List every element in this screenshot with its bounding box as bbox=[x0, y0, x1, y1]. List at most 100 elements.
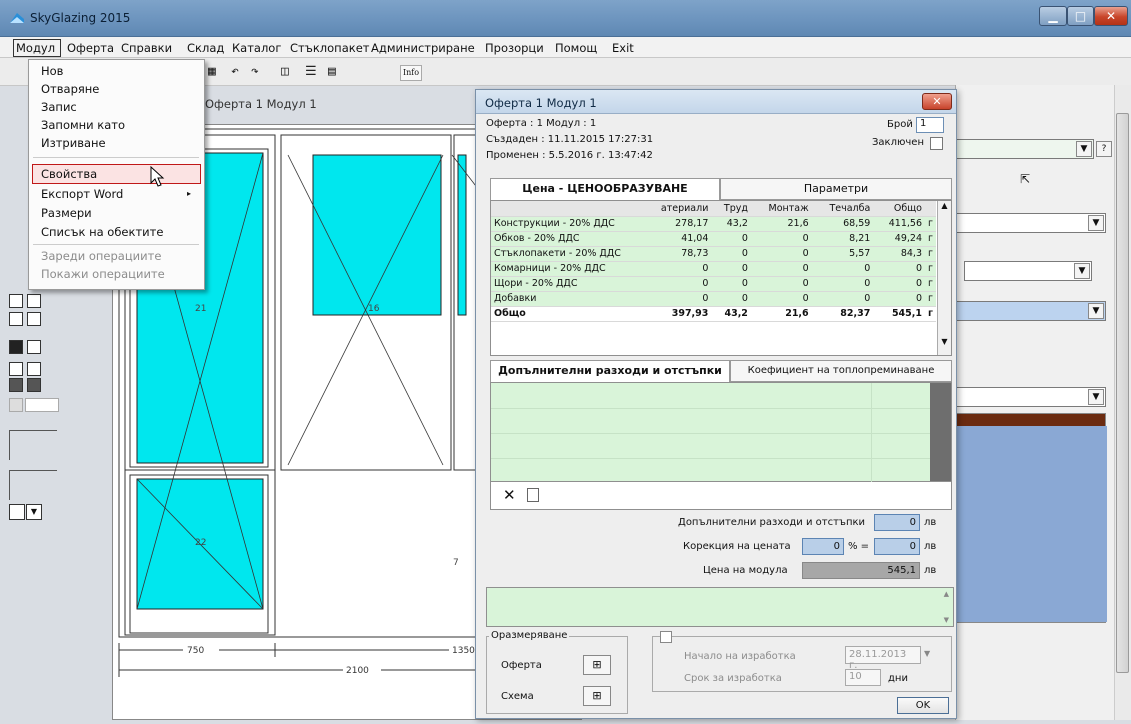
scheme-dimension-button[interactable]: ⊞ bbox=[583, 686, 611, 706]
property-combo[interactable] bbox=[956, 301, 1106, 321]
offer-dimension-button[interactable]: ⊞ bbox=[583, 655, 611, 675]
correction-value-field[interactable]: 0 bbox=[874, 538, 920, 555]
modified-line: Променен : 5.5.2016 г. 13:47:42 bbox=[486, 150, 653, 161]
count-label: Брой bbox=[887, 119, 913, 130]
table-row[interactable]: Обков - 20% ДДС 41,04 0 0 8,21 49,24 г bbox=[491, 231, 936, 247]
maximize-button[interactable]: □ bbox=[1067, 6, 1094, 26]
tool-frame-icon[interactable] bbox=[9, 340, 23, 354]
menu-item-open[interactable]: Отваряне bbox=[41, 82, 99, 96]
tool-split-icon[interactable] bbox=[9, 312, 23, 326]
grid-icon[interactable]: ▦ bbox=[208, 64, 216, 79]
close-button[interactable]: ✕ bbox=[1094, 6, 1128, 26]
tab-parameters[interactable]: Параметри bbox=[720, 178, 952, 200]
menu-glass-unit[interactable]: Стъклопакет bbox=[290, 41, 369, 55]
chevron-down-icon[interactable]: ▼ bbox=[1076, 141, 1092, 157]
tool-mullion-icon[interactable] bbox=[27, 340, 41, 354]
cell: 278,17 bbox=[641, 216, 712, 232]
production-checkbox[interactable] bbox=[660, 631, 672, 643]
table-row[interactable]: Комарници - 20% ДДС 0 0 0 0 0 г bbox=[491, 261, 936, 277]
help-icon[interactable]: ? bbox=[1096, 141, 1112, 157]
tool-double-icon[interactable] bbox=[9, 378, 23, 392]
chevron-down-icon[interactable]: ▼ bbox=[924, 649, 930, 658]
cell: 82,37 bbox=[811, 305, 874, 322]
module-price-field: 545,1 bbox=[802, 562, 920, 579]
tool-opening-icon[interactable] bbox=[9, 430, 57, 460]
menu-item-delete[interactable]: Изтриване bbox=[41, 136, 106, 150]
columns-icon[interactable]: ◫ bbox=[281, 64, 289, 79]
tool-sash-icon[interactable] bbox=[9, 362, 23, 376]
table-row[interactable]: Конструкции - 20% ДДС 278,17 43,2 21,6 6… bbox=[491, 216, 936, 232]
count-input[interactable]: 1 bbox=[916, 117, 944, 133]
cell: 0 bbox=[711, 246, 751, 262]
table-scrollbar[interactable]: ▲ ▼ bbox=[937, 201, 951, 355]
menu-item-dimensions[interactable]: Размери bbox=[41, 206, 92, 220]
production-term-field[interactable]: 10 bbox=[845, 669, 881, 686]
notes-textarea[interactable]: ▲ ▼ bbox=[486, 587, 954, 627]
menu-administration[interactable]: Администриране bbox=[371, 41, 475, 55]
cell-suffix: г bbox=[925, 261, 936, 277]
production-start-label: Начало на изработка bbox=[684, 651, 796, 662]
menu-warehouse[interactable]: Склад bbox=[187, 41, 224, 55]
correction-percent-field[interactable]: 0 bbox=[802, 538, 844, 555]
delete-icon[interactable]: ✕ bbox=[503, 486, 516, 504]
cell: 0 bbox=[873, 276, 925, 292]
scrollbar-thumb[interactable] bbox=[1116, 113, 1129, 673]
menu-item-new[interactable]: Нов bbox=[41, 64, 63, 78]
tool-split-icon[interactable] bbox=[27, 294, 41, 308]
table-total-row[interactable]: Общо 397,93 43,2 21,6 82,37 545,1 г bbox=[491, 305, 936, 322]
tool-input[interactable] bbox=[25, 398, 59, 412]
ok-button[interactable]: OK bbox=[897, 697, 949, 714]
table-row[interactable]: Добавки 0 0 0 0 0 г bbox=[491, 291, 936, 307]
table-row[interactable]: Щори - 20% ДДС 0 0 0 0 0 г bbox=[491, 276, 936, 292]
table-row[interactable]: Стъклопакети - 20% ДДС 78,73 0 0 5,57 84… bbox=[491, 246, 936, 262]
tool-split-icon[interactable] bbox=[9, 294, 23, 308]
menu-exit[interactable]: Exit bbox=[612, 41, 634, 55]
menu-item-save-as[interactable]: Запомни като bbox=[41, 118, 125, 132]
chevron-down-icon[interactable]: ▼ bbox=[1088, 389, 1104, 405]
extra-costs-field[interactable]: 0 bbox=[874, 514, 920, 531]
menu-item-object-list[interactable]: Списък на обектите bbox=[41, 225, 163, 239]
property-combo[interactable] bbox=[956, 139, 1094, 159]
rows-icon[interactable]: ☰ bbox=[305, 64, 317, 79]
tool-sash-icon[interactable] bbox=[27, 362, 41, 376]
production-start-field[interactable]: 28.11.2013 г. bbox=[845, 646, 921, 671]
extra-costs-grid[interactable] bbox=[490, 382, 952, 483]
minimize-button[interactable]: ▁ bbox=[1039, 6, 1067, 26]
menu-item-properties[interactable]: Свойства bbox=[41, 167, 97, 181]
menu-reports[interactable]: Справки bbox=[121, 41, 172, 55]
tab-extra-costs[interactable]: Допълнителни разходи и отстъпки bbox=[490, 360, 730, 382]
tool-split-icon[interactable] bbox=[27, 312, 41, 326]
tool-shape-icon[interactable] bbox=[9, 504, 25, 520]
tab-heat-coefficient[interactable]: Коефициент на топлопреминаване bbox=[730, 360, 952, 382]
menu-offer[interactable]: Оферта bbox=[67, 41, 114, 55]
dimension-tool-icon[interactable]: ⇱ bbox=[1020, 172, 1030, 186]
property-combo[interactable] bbox=[956, 213, 1106, 233]
chevron-down-icon[interactable]: ▼ bbox=[26, 504, 42, 520]
chevron-down-icon[interactable]: ▼ bbox=[1088, 303, 1104, 319]
dimensions-group-label: Оразмеряване bbox=[489, 630, 570, 641]
property-combo[interactable] bbox=[964, 261, 1092, 281]
menu-help[interactable]: Помощ bbox=[555, 41, 597, 55]
extra-grid-scrollbar[interactable] bbox=[930, 383, 951, 481]
color-list[interactable] bbox=[956, 413, 1107, 623]
cell: Комарници - 20% ДДС bbox=[491, 261, 641, 277]
menu-separator bbox=[33, 244, 199, 245]
chevron-down-icon[interactable]: ▼ bbox=[1088, 215, 1104, 231]
tool-opening-icon[interactable] bbox=[9, 470, 57, 500]
dialog-close-button[interactable]: ✕ bbox=[922, 93, 952, 110]
locked-checkbox[interactable] bbox=[930, 137, 943, 150]
menu-item-save[interactable]: Запис bbox=[41, 100, 77, 114]
tab-price[interactable]: Цена - ЦЕНООБРАЗУВАНЕ bbox=[490, 178, 720, 200]
menu-catalog[interactable]: Каталог bbox=[232, 41, 281, 55]
table-icon[interactable]: ▤ bbox=[328, 64, 336, 79]
menu-item-export-word[interactable]: Експорт Word bbox=[41, 187, 123, 201]
property-combo[interactable] bbox=[956, 387, 1106, 407]
chevron-down-icon[interactable]: ▼ bbox=[1074, 263, 1090, 279]
menu-module[interactable]: Модул bbox=[16, 41, 55, 55]
info-button[interactable]: Info bbox=[400, 65, 422, 81]
save-icon[interactable] bbox=[527, 488, 539, 502]
undo-icon[interactable]: ↶ bbox=[231, 64, 239, 79]
redo-icon[interactable]: ↷ bbox=[251, 64, 259, 79]
menu-windows[interactable]: Прозорци bbox=[485, 41, 544, 55]
tool-double-icon[interactable] bbox=[27, 378, 41, 392]
